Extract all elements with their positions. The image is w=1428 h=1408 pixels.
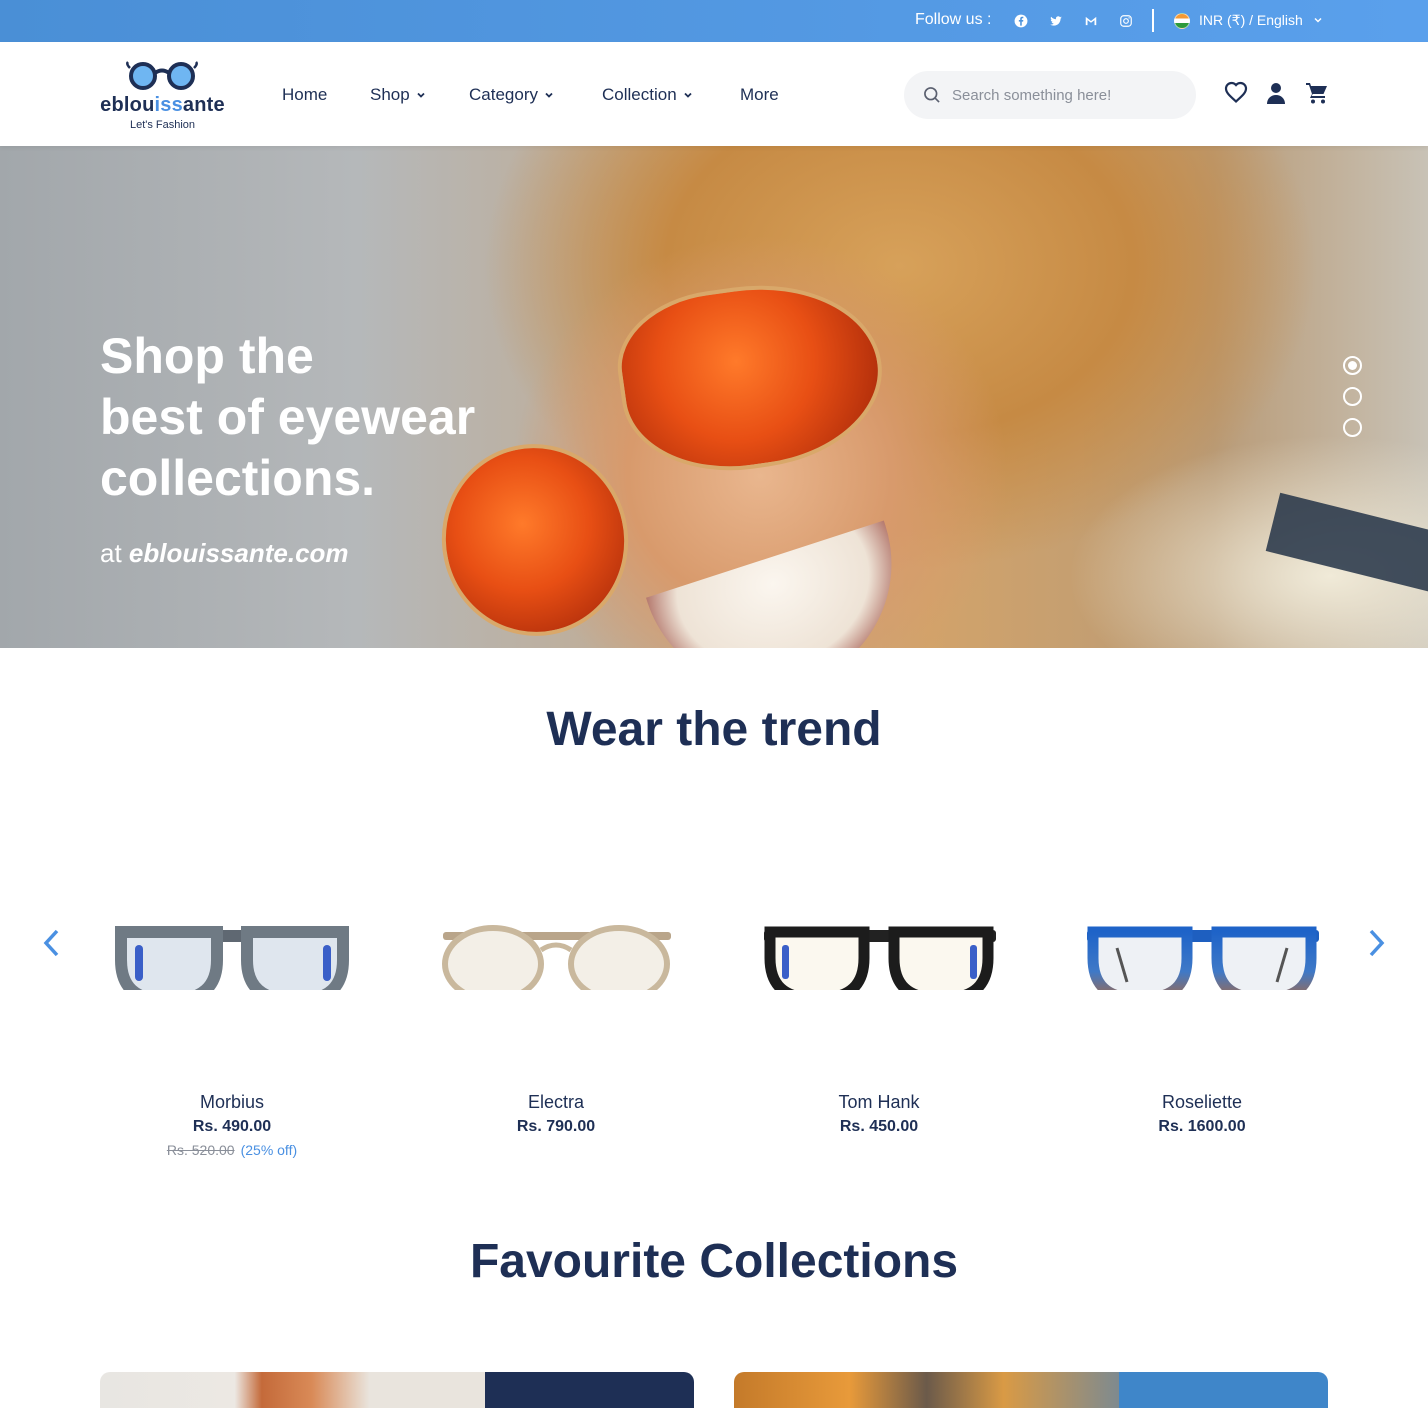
heart-icon[interactable] — [1224, 81, 1248, 105]
product-name[interactable]: Roseliette — [1067, 1092, 1337, 1113]
nav-home[interactable]: Home — [282, 85, 327, 105]
hero-sunglasses-lens — [424, 426, 646, 648]
discount-badge: (25% off) — [240, 1142, 298, 1158]
product-card[interactable]: Electra Rs. 790.00 — [421, 860, 711, 1170]
carousel-next-icon[interactable] — [1366, 928, 1386, 958]
nav-collection[interactable]: Collection — [602, 85, 693, 105]
collection-panel — [1119, 1372, 1328, 1408]
user-icon[interactable] — [1264, 81, 1288, 105]
hero-headline: Shop the — [100, 328, 314, 384]
chevron-down-icon — [417, 92, 425, 98]
facebook-icon[interactable] — [1012, 12, 1030, 30]
nav-more[interactable]: More — [740, 85, 779, 105]
cart-icon[interactable] — [1305, 81, 1329, 105]
gmail-icon[interactable] — [1082, 12, 1100, 30]
product-card[interactable]: Roseliette Rs. 1600.00 — [1067, 860, 1357, 1170]
product-price: Rs. 790.00 — [516, 1118, 596, 1135]
eyeglasses-image — [764, 926, 996, 990]
follow-us-label: Follow us : — [915, 11, 992, 28]
collection-panel — [485, 1372, 694, 1408]
divider — [1152, 9, 1154, 32]
hero-headline: best of eyewear — [100, 389, 476, 445]
hero-subtitle: at eblouissante.com — [100, 538, 349, 568]
product-card[interactable]: Morbius Rs. 490.00 Rs. 520.00 (25% off) — [97, 860, 387, 1170]
twitter-icon[interactable] — [1047, 12, 1065, 30]
hero-headline: collections. — [100, 450, 376, 506]
nav-shop[interactable]: Shop — [370, 85, 426, 105]
glasses-logo-icon — [126, 61, 198, 90]
eyeglasses-image — [442, 925, 671, 990]
product-price: Rs. 450.00 — [839, 1118, 919, 1135]
india-flag-icon — [1174, 13, 1190, 29]
nav-category[interactable]: Category — [469, 85, 554, 105]
product-price: Rs. 490.00 — [192, 1118, 272, 1135]
brand-tagline: Let's Fashion — [129, 119, 196, 131]
hero-photo-smile — [646, 520, 924, 648]
search-input[interactable] — [952, 83, 1182, 107]
slider-dot[interactable] — [1343, 356, 1362, 375]
collection-card[interactable] — [734, 1372, 1328, 1408]
product-price: Rs. 1600.00 — [1158, 1118, 1246, 1135]
top-bar: Follow us : INR (₹) / English — [0, 0, 1428, 42]
slider-dot[interactable] — [1343, 387, 1362, 406]
chevron-down-icon — [545, 92, 553, 98]
section-title-trend: Wear the trend — [546, 703, 882, 756]
collection-photo — [734, 1372, 1119, 1408]
search-icon[interactable] — [922, 85, 942, 105]
collection-photo — [100, 1372, 485, 1408]
eyeglasses-image — [115, 926, 349, 990]
old-price: Rs. 520.00 — [166, 1142, 235, 1158]
main-header: eblouissante Let's Fashion Home Shop Cat… — [0, 42, 1428, 146]
product-name[interactable]: Tom Hank — [744, 1092, 1014, 1113]
hero-sunglasses-lens — [608, 268, 894, 486]
slider-dot[interactable] — [1343, 418, 1362, 437]
eyeglasses-image — [1087, 926, 1319, 990]
collection-card[interactable] — [100, 1372, 694, 1408]
brand-name: eblouissante — [100, 94, 225, 116]
chevron-down-icon — [684, 92, 692, 98]
carousel-prev-icon[interactable] — [42, 928, 62, 958]
chevron-down-icon[interactable] — [1313, 15, 1323, 25]
section-title-favourites: Favourite Collections — [469, 1235, 959, 1288]
product-discount: Rs. 520.00 (25% off) — [97, 1142, 367, 1158]
product-name[interactable]: Electra — [421, 1092, 691, 1113]
product-card[interactable]: Tom Hank Rs. 450.00 — [744, 860, 1034, 1170]
product-name[interactable]: Morbius — [97, 1092, 367, 1113]
search-bar[interactable] — [904, 71, 1196, 119]
locale-selector[interactable]: INR (₹) / English — [1199, 12, 1303, 29]
brand-logo[interactable]: eblouissante Let's Fashion — [100, 58, 225, 131]
instagram-icon[interactable] — [1117, 12, 1135, 30]
hero-photo-scarf — [1265, 492, 1428, 600]
